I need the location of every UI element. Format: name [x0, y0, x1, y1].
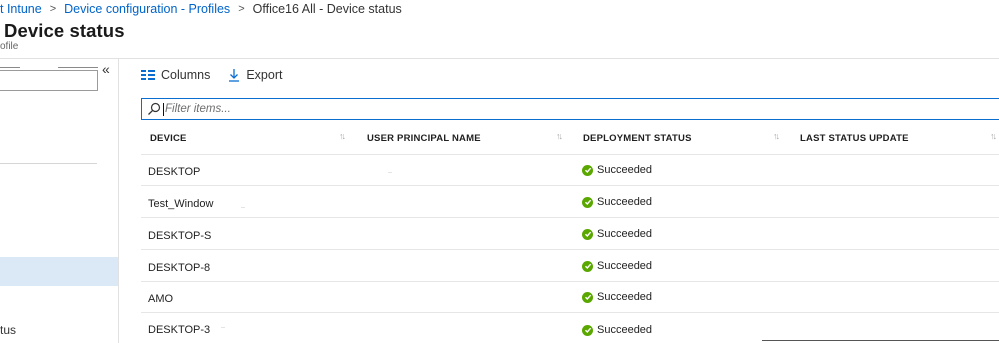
- check-circle-icon: [582, 260, 593, 272]
- status-cell: Succeeded: [582, 291, 652, 303]
- table-row[interactable]: AMO Succeeded: [141, 282, 999, 313]
- filter-input[interactable]: [165, 103, 865, 115]
- status-cell: Succeeded: [582, 260, 652, 272]
- breadcrumb: t Intune > Device configuration - Profil…: [0, 0, 402, 17]
- redacted-mark: [241, 207, 245, 208]
- status-cell: Succeeded: [582, 196, 652, 208]
- sort-arrows-icon[interactable]: ↑↓: [556, 131, 563, 141]
- column-header-user-principal-name[interactable]: USER PRINCIPAL NAME: [367, 133, 481, 144]
- sort-arrows-icon[interactable]: ↑↓: [990, 131, 997, 141]
- check-circle-icon: [582, 291, 593, 303]
- columns-icon: [141, 70, 155, 80]
- columns-button[interactable]: Columns: [141, 68, 210, 82]
- device-cell: DESKTOP-S: [148, 230, 212, 242]
- redacted-mark: [221, 327, 225, 328]
- status-text: Succeeded: [597, 196, 653, 208]
- device-cell: DESKTOP-3: [148, 324, 211, 336]
- download-icon: [228, 68, 240, 82]
- column-header-last-status-update[interactable]: LAST STATUS UPDATE: [800, 133, 909, 144]
- device-cell: DESKTOP-8: [148, 262, 211, 274]
- status-text: Succeeded: [597, 164, 653, 176]
- check-circle-icon: [582, 228, 593, 240]
- divider: [58, 67, 98, 68]
- nav-search-input[interactable]: [0, 70, 98, 91]
- check-circle-icon: [582, 164, 593, 176]
- status-text: Succeeded: [597, 324, 653, 336]
- breadcrumb-link-intune[interactable]: t Intune: [0, 2, 42, 16]
- divider: [0, 163, 97, 164]
- status-cell: Succeeded: [582, 164, 652, 176]
- nav-item-device-status[interactable]: tus: [0, 323, 16, 337]
- status-cell: Succeeded: [582, 324, 652, 336]
- table-row[interactable]: Test_Window Succeeded: [141, 187, 999, 218]
- table-row[interactable]: DESKTOP Succeeded: [141, 155, 999, 186]
- header-divider: [0, 58, 999, 59]
- table-row[interactable]: DESKTOP-S Succeeded: [141, 219, 999, 250]
- redacted-mark: [388, 172, 392, 173]
- filter-box: [141, 98, 999, 120]
- export-button[interactable]: Export: [228, 68, 282, 82]
- column-header-device[interactable]: DEVICE: [150, 133, 187, 144]
- breadcrumb-current: Office16 All - Device status: [252, 1, 402, 16]
- double-chevron-left-icon[interactable]: «: [102, 62, 110, 76]
- columns-label: Columns: [161, 68, 211, 82]
- table-row[interactable]: DESKTOP-3 Succeeded: [141, 313, 999, 343]
- left-nav-panel: « tus: [0, 59, 119, 343]
- page-title: Device status: [4, 20, 125, 41]
- search-icon: [147, 102, 161, 116]
- divider: [0, 67, 20, 68]
- device-cell: Test_Window: [148, 198, 214, 210]
- status-text: Succeeded: [597, 260, 653, 272]
- check-circle-icon: [582, 196, 593, 208]
- check-circle-icon: [582, 324, 593, 336]
- table-row[interactable]: DESKTOP-8 Succeeded: [141, 251, 999, 282]
- status-text: Succeeded: [597, 291, 653, 303]
- sort-arrows-icon[interactable]: ↑↓: [773, 131, 780, 141]
- toolbar: Columns Export: [141, 66, 282, 84]
- device-cell: DESKTOP: [148, 166, 201, 178]
- export-label: Export: [246, 68, 283, 82]
- sort-arrows-icon[interactable]: ↑↓: [339, 131, 346, 141]
- breadcrumb-link-device-configuration[interactable]: Device configuration - Profiles: [64, 2, 230, 16]
- chevron-right-icon: >: [49, 2, 57, 15]
- chevron-right-icon: >: [238, 2, 245, 15]
- column-header-deployment-status[interactable]: DEPLOYMENT STATUS: [583, 133, 692, 144]
- device-cell: AMO: [148, 293, 174, 305]
- status-text: Succeeded: [597, 228, 653, 240]
- divider: [762, 340, 999, 341]
- page-subtitle: ofile: [0, 41, 19, 52]
- status-cell: Succeeded: [582, 228, 652, 240]
- text-cursor: [163, 102, 164, 116]
- nav-item-selected[interactable]: [0, 257, 118, 286]
